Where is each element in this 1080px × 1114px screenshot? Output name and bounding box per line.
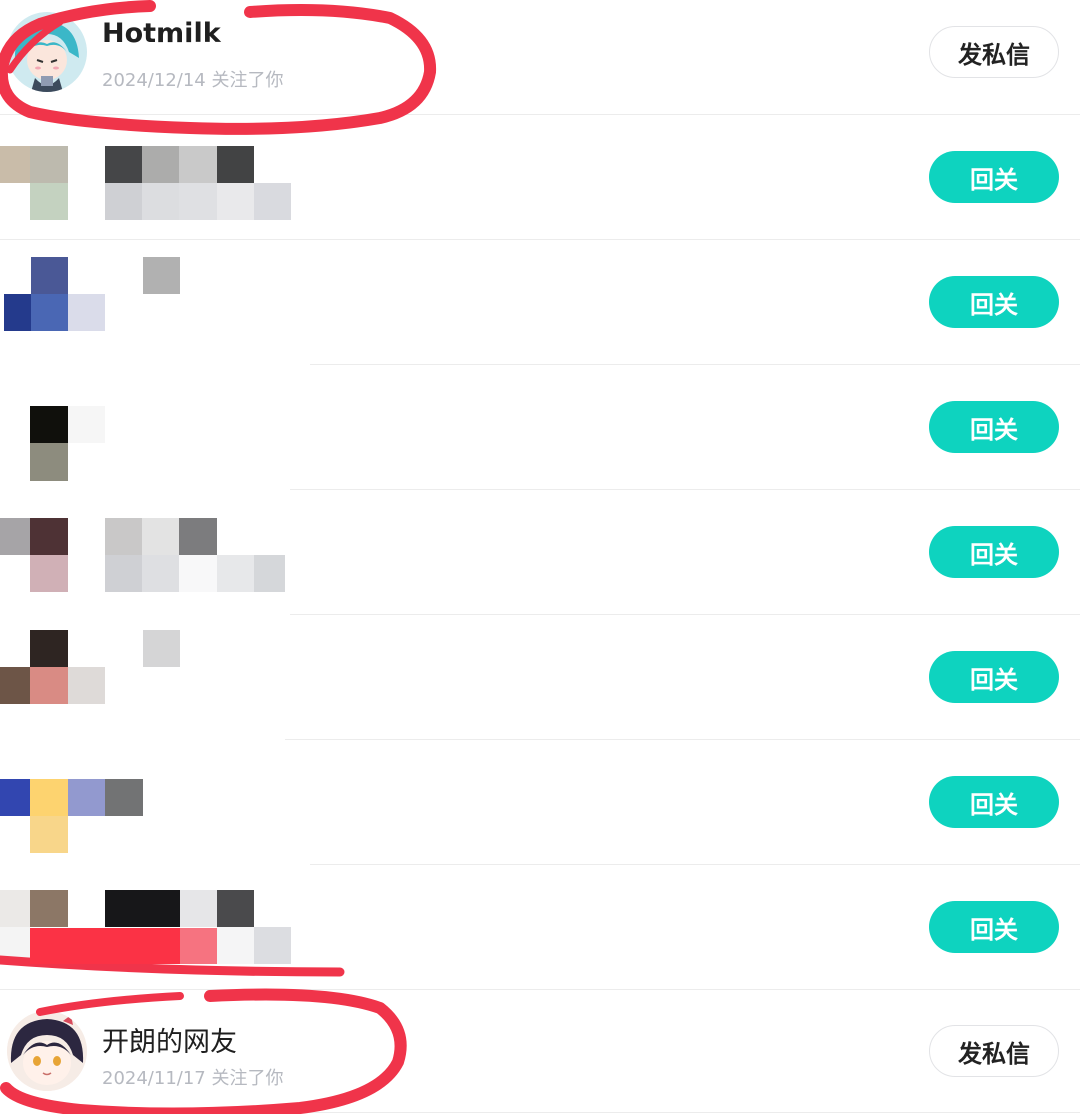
avatar[interactable]	[7, 12, 87, 92]
follow-back-button[interactable]: 回关	[929, 276, 1059, 328]
follow-back-button[interactable]: 回关	[929, 401, 1059, 453]
followers-list: Hotmilk 2024/12/14 关注了你 发私信 回关 回关 回关 回关 …	[0, 0, 1080, 1114]
avatar[interactable]	[7, 1011, 87, 1091]
redacted-avatar	[0, 630, 105, 704]
follow-back-button[interactable]: 回关	[929, 776, 1059, 828]
follower-row-hotmilk[interactable]: Hotmilk 2024/12/14 关注了你 发私信	[0, 0, 1080, 119]
follower-row[interactable]: 回关	[0, 739, 1080, 864]
redacted-avatar	[0, 779, 143, 853]
redacted-avatar	[30, 406, 105, 481]
redacted-avatar	[4, 257, 105, 331]
anime-dark-hair-avatar-icon	[7, 1011, 87, 1091]
follow-back-button[interactable]: 回关	[929, 901, 1059, 953]
follow-back-button[interactable]: 回关	[929, 526, 1059, 578]
follow-date: 2024/11/17 关注了你	[102, 1068, 284, 1089]
follower-row[interactable]: 回关	[0, 614, 1080, 739]
send-message-button[interactable]: 发私信	[929, 26, 1059, 78]
follower-row[interactable]: 回关	[0, 864, 1080, 989]
redacted-name	[143, 257, 180, 294]
follower-row[interactable]: 回关	[0, 364, 1080, 489]
redacted-name	[105, 146, 291, 220]
follower-row-kailang[interactable]: 开朗的网友 2024/11/17 关注了你 发私信	[0, 989, 1080, 1114]
username[interactable]: Hotmilk	[102, 18, 221, 49]
redacted-name	[105, 518, 285, 592]
follow-back-button[interactable]: 回关	[929, 651, 1059, 703]
redacted-name	[105, 890, 291, 964]
username[interactable]: 开朗的网友	[102, 1020, 237, 1059]
send-message-button[interactable]: 发私信	[929, 1025, 1059, 1077]
anime-teal-hair-avatar-icon	[7, 12, 87, 92]
redacted-avatar	[0, 518, 68, 592]
follower-row[interactable]: 回关	[0, 239, 1080, 364]
divider	[100, 1112, 1080, 1113]
redacted-avatar	[0, 146, 68, 220]
redacted-avatar	[0, 890, 68, 964]
follow-back-button[interactable]: 回关	[929, 151, 1059, 203]
follower-row[interactable]: 回关	[0, 489, 1080, 614]
follow-date: 2024/12/14 关注了你	[102, 70, 284, 91]
follower-row[interactable]: 回关	[0, 114, 1080, 239]
redacted-name	[143, 630, 180, 667]
